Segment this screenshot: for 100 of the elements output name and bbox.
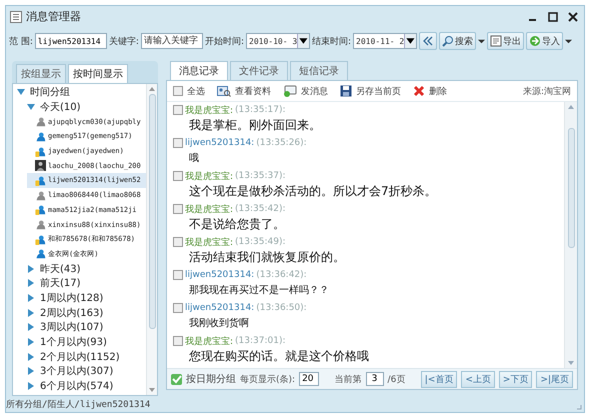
chat-icon — [283, 85, 297, 97]
tree-group-label: 时间分组 — [30, 86, 70, 100]
message-text: 活动结束我们就恢复原价的。 — [188, 249, 346, 266]
message-time: (13:35:26): — [256, 138, 307, 148]
delete-icon — [413, 85, 425, 97]
message-checkbox[interactable] — [173, 237, 183, 247]
sender-name: 我是虎宝宝: — [185, 236, 234, 248]
message-checkbox[interactable] — [173, 336, 183, 346]
message-time: (13:35:37): — [235, 171, 286, 181]
end-date-dropdown[interactable]: 2010-11- 2 — [353, 33, 418, 49]
message-checkbox[interactable] — [173, 105, 183, 115]
view-tab[interactable]: 按时间显示 — [68, 64, 128, 83]
record-tab[interactable]: 消息记录 — [170, 61, 228, 80]
tree-group[interactable]: 6个月以内(574) — [27, 378, 146, 394]
range-field[interactable]: lijwen5201314 — [34, 33, 107, 49]
message-time: (13:35:49): — [235, 237, 286, 247]
view-profile-button[interactable]: 查看资料 — [217, 84, 271, 98]
message-text: 这个现在是做秒杀活动的。所以才会7折秒杀。 — [188, 183, 438, 200]
pager-button[interactable]: >|尾页 — [536, 370, 574, 388]
caret-icon[interactable] — [478, 38, 486, 44]
import-button[interactable]: 导入 — [526, 32, 564, 50]
message-text: 那我现在再买过不是一样吗？？ — [188, 284, 330, 298]
message-checkbox[interactable] — [173, 204, 183, 214]
scroll-down-icon[interactable] — [567, 360, 575, 366]
per-page-field[interactable]: 20 — [299, 372, 320, 386]
search-button[interactable]: 搜索 — [439, 32, 476, 50]
view-tab[interactable]: 按组显示 — [16, 64, 66, 83]
tree-group[interactable]: 2周以内(163) — [27, 305, 146, 320]
arrow-circle-icon — [529, 35, 542, 47]
message-checkbox[interactable] — [173, 138, 183, 148]
person-icon — [35, 116, 46, 128]
person-icon — [35, 190, 46, 201]
tree-group[interactable]: 前天(17) — [27, 276, 146, 291]
person-phone-icon — [35, 174, 46, 186]
close-icon[interactable] — [568, 12, 578, 22]
profile-card-icon — [217, 85, 231, 97]
message-time: (13:37:01): — [235, 336, 286, 346]
save-page-button[interactable]: 另存当前页 — [340, 84, 401, 98]
record-tab[interactable]: 文件记录 — [230, 61, 288, 80]
scrollbar[interactable] — [564, 102, 577, 368]
resize-grip-icon[interactable] — [576, 404, 582, 410]
current-page-field[interactable]: 3 — [366, 372, 384, 386]
tree-group[interactable]: 3周以内(107) — [27, 320, 146, 335]
document-icon — [490, 35, 502, 47]
end-time-label: 结束时间: — [312, 36, 352, 48]
pager-button[interactable]: <上页 — [461, 370, 495, 388]
tree-group[interactable]: 时间分组 — [17, 85, 146, 100]
send-message-button[interactable]: 发消息 — [283, 84, 328, 98]
per-page-label: 每页显示(条): — [240, 374, 296, 386]
message-text: 不是说给您贵了。 — [188, 216, 286, 233]
person-icon — [35, 248, 46, 260]
pager-button[interactable]: >下页 — [498, 370, 532, 388]
tree-group[interactable]: 1个月以内(93) — [27, 334, 146, 350]
tree-group-label: 2周以内(163) — [40, 306, 104, 320]
tree-group-label: 6个月以内(574) — [40, 380, 114, 394]
total-pages: /6页 — [388, 374, 406, 386]
avatar-icon — [35, 160, 46, 172]
tree-group-label: 前天(17) — [40, 277, 81, 290]
export-button[interactable]: 导出 — [487, 32, 524, 50]
status-path: 所有分组/陌生人/lijwen5201314 — [6, 398, 152, 412]
keyword-field[interactable]: 请输入关键字 — [140, 33, 203, 49]
tree-group[interactable]: 今天(10) — [27, 100, 146, 114]
sender-name: lijwen5201314: — [185, 270, 254, 280]
message-checkbox[interactable] — [173, 303, 183, 313]
range-label: 范 围: — [9, 36, 33, 48]
maximize-icon[interactable] — [548, 12, 558, 22]
keyword-label: 关键字: — [108, 36, 139, 48]
message-checkbox[interactable] — [173, 270, 183, 280]
tree-group[interactable]: 2个月以内(1152) — [27, 349, 146, 364]
group-by-date-label: 按日期分组 — [186, 372, 236, 386]
tree-group[interactable]: 1周以内(128) — [27, 290, 146, 306]
tree-group-label: 今天(10) — [40, 101, 81, 114]
person-icon — [35, 130, 46, 142]
delete-button[interactable]: 删除 — [413, 84, 447, 98]
scroll-up-icon[interactable] — [148, 86, 156, 92]
tree-group-label: 1个月以内(93) — [40, 336, 107, 350]
tree-group-label: 3周以内(107) — [40, 320, 104, 334]
person-phone-icon — [35, 204, 46, 216]
sender-name: 我是虎宝宝: — [185, 170, 234, 182]
select-all-label: 全选 — [187, 86, 205, 98]
message-time: (13:35:42): — [235, 204, 286, 214]
tree-group[interactable]: 3个月以内(307) — [27, 364, 146, 379]
message-checkbox[interactable] — [173, 171, 183, 181]
scroll-down-icon[interactable] — [148, 387, 156, 393]
caret-icon[interactable] — [565, 38, 572, 44]
sender-name: lijwen5201314: — [185, 303, 254, 313]
select-all-checkbox[interactable] — [173, 86, 183, 96]
collapse-button[interactable] — [419, 32, 438, 50]
scroll-up-icon[interactable] — [567, 104, 575, 110]
current-page-label: 当前第 — [334, 374, 362, 386]
start-date-dropdown[interactable]: 2010-10- 3 — [246, 33, 310, 49]
message-time: (13:36:50): — [256, 303, 307, 313]
group-by-date-checkbox[interactable] — [171, 374, 182, 384]
sender-name: lijwen5201314: — [185, 138, 254, 148]
tree-group-label: 1周以内(128) — [40, 292, 104, 305]
pager-button[interactable]: |<首页 — [420, 370, 458, 388]
scrollbar[interactable] — [146, 84, 157, 395]
record-tab[interactable]: 短信记录 — [290, 61, 348, 80]
tree-group[interactable]: 昨天(43) — [27, 261, 146, 276]
sender-name: 我是虎宝宝: — [185, 204, 234, 216]
